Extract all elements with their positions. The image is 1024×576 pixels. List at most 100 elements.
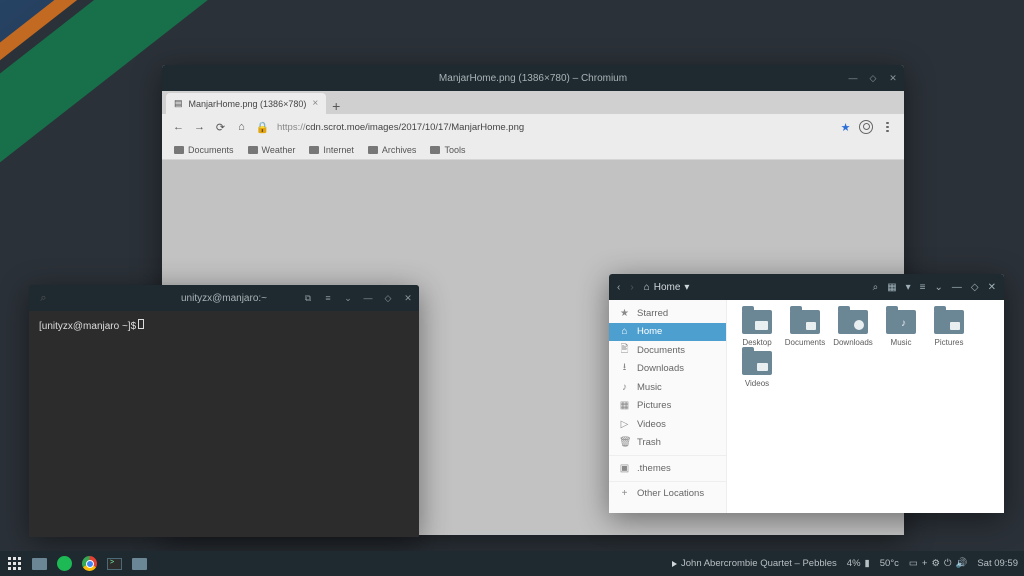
forward-button[interactable]: → — [193, 121, 206, 134]
tray-icons[interactable]: ▭ + ⚙ ⏻ 🔊 — [909, 558, 967, 569]
browser-titlebar[interactable]: ManjarHome.png (1386×780) – Chromium — ◇… — [162, 65, 904, 91]
sidebar-item-trash[interactable]: 🗑Trash — [609, 434, 726, 453]
clock[interactable]: Sat 09:59 — [977, 558, 1018, 569]
taskbar-files-icon[interactable] — [31, 555, 48, 572]
profile-avatar-icon[interactable] — [859, 120, 873, 134]
home-button[interactable]: ⌂ — [235, 121, 248, 134]
hamburger-icon[interactable]: ≡ — [920, 282, 926, 293]
folder-icon — [368, 146, 378, 154]
home-icon: ⌂ — [619, 326, 630, 337]
star-icon: ★ — [619, 308, 630, 319]
close-button[interactable]: ✕ — [888, 73, 898, 83]
tray-settings-icon[interactable]: ⚙ — [931, 558, 940, 569]
sidebar-item-other-locations[interactable]: +Other Locations — [609, 485, 726, 504]
file-manager-window: ‹ › ⌂ Home ▾ ⌕ ▦ ▾ ≡ ⌄ — ◇ ✕ ★Starred — [609, 274, 1004, 513]
nav-forward-icon[interactable]: › — [630, 282, 633, 293]
hamburger-icon[interactable]: ≡ — [323, 293, 333, 303]
minimize-button[interactable]: — — [952, 282, 962, 293]
sidebar-item-documents[interactable]: 🖹Documents — [609, 341, 726, 360]
lock-icon: 🔒 — [256, 121, 269, 134]
desktop: ManjarHome.png (1386×780) – Chromium — ◇… — [0, 0, 1024, 576]
folder-icon — [309, 146, 319, 154]
grid-view-icon[interactable]: ▦ — [887, 282, 896, 293]
new-tab-icon[interactable]: ⧉ — [303, 293, 313, 303]
bookmark-internet[interactable]: Internet — [309, 145, 354, 155]
taskbar-spotify-icon[interactable] — [56, 555, 73, 572]
view-options-icon[interactable]: ▾ — [906, 282, 911, 293]
taskbar: John Abercrombie Quartet – Pebbles 4%▮ 5… — [0, 551, 1024, 576]
now-playing[interactable]: John Abercrombie Quartet – Pebbles — [672, 558, 837, 569]
search-icon[interactable]: ⌕ — [873, 282, 879, 293]
bookmark-archives[interactable]: Archives — [368, 145, 417, 155]
maximize-button[interactable]: ◇ — [868, 73, 878, 83]
tray-power-icon[interactable]: ⏻ — [944, 558, 952, 569]
download-icon: ⭳ — [619, 360, 630, 377]
chevron-down-icon[interactable]: ⌄ — [343, 293, 353, 303]
bookmark-weather[interactable]: Weather — [248, 145, 296, 155]
bookmark-documents[interactable]: Documents — [174, 145, 234, 155]
chevron-down-icon: ▾ — [684, 282, 689, 293]
folder-documents[interactable]: Documents — [781, 310, 829, 347]
play-icon — [672, 561, 677, 567]
sidebar-item-downloads[interactable]: ⭳Downloads — [609, 360, 726, 379]
chevron-down-icon[interactable]: ⌄ — [935, 282, 943, 293]
file-manager-sidebar: ★Starred ⌂Home 🖹Documents ⭳Downloads ♪Mu… — [609, 300, 727, 513]
tray-volume-icon[interactable]: 🔊 — [955, 558, 967, 569]
close-button[interactable]: ✕ — [988, 282, 996, 293]
taskbar-terminal-icon[interactable] — [106, 555, 123, 572]
folder-videos[interactable]: Videos — [733, 351, 781, 388]
browser-tab[interactable]: ▤ ManjarHome.png (1386×780) × — [166, 93, 326, 114]
music-icon: ♪ — [619, 382, 630, 393]
new-tab-button[interactable]: + — [326, 98, 346, 114]
folder-icon — [430, 146, 440, 154]
battery-indicator[interactable]: 4%▮ — [847, 558, 870, 569]
taskbar-chrome-icon[interactable] — [81, 555, 98, 572]
document-icon: 🖹 — [619, 342, 630, 359]
maximize-button[interactable]: ◇ — [383, 293, 393, 303]
sidebar-item-starred[interactable]: ★Starred — [609, 304, 726, 323]
terminal-window: ⌕ unityzx@manjaro:~ ⧉ ≡ ⌄ — ◇ ✕ [unityzx… — [29, 285, 419, 537]
tray-window-icon[interactable]: ▭ — [909, 558, 918, 569]
path-label: Home — [654, 282, 681, 293]
home-icon: ⌂ — [644, 282, 650, 293]
nav-back-icon[interactable]: ‹ — [617, 282, 620, 293]
tab-favicon: ▤ — [174, 98, 183, 109]
folder-downloads[interactable]: Downloads — [829, 310, 877, 347]
back-button[interactable]: ← — [172, 121, 185, 134]
tray-plus-icon[interactable]: + — [922, 558, 928, 569]
reload-button[interactable]: ⟳ — [214, 121, 227, 134]
folder-icon: ▣ — [619, 463, 630, 474]
file-grid[interactable]: Desktop Documents Downloads Music Pictur… — [727, 300, 1004, 513]
file-manager-titlebar[interactable]: ‹ › ⌂ Home ▾ ⌕ ▦ ▾ ≡ ⌄ — ◇ ✕ — [609, 274, 1004, 300]
url-rest: cdn.scrot.moe/images/2017/10/17/ManjarHo… — [306, 122, 525, 133]
tab-title: ManjarHome.png (1386×780) — [189, 99, 307, 109]
search-icon[interactable]: ⌕ — [37, 292, 50, 305]
terminal-body[interactable]: [unityzx@manjaro ~]$ — [29, 311, 419, 340]
sidebar-item-videos[interactable]: ▷Videos — [609, 415, 726, 434]
plus-icon: + — [619, 488, 630, 499]
minimize-button[interactable]: — — [363, 293, 373, 303]
taskbar-filemanager-icon[interactable] — [131, 555, 148, 572]
trash-icon: 🗑 — [619, 437, 630, 448]
path-bar[interactable]: ⌂ Home ▾ — [644, 282, 690, 293]
address-bar[interactable]: https://cdn.scrot.moe/images/2017/10/17/… — [277, 122, 832, 133]
terminal-titlebar[interactable]: ⌕ unityzx@manjaro:~ ⧉ ≡ ⌄ — ◇ ✕ — [29, 285, 419, 311]
bookmark-tools[interactable]: Tools — [430, 145, 465, 155]
tab-close-icon[interactable]: × — [312, 98, 318, 109]
folder-pictures[interactable]: Pictures — [925, 310, 973, 347]
star-bookmark-icon[interactable]: ★ — [840, 122, 851, 133]
folder-music[interactable]: Music — [877, 310, 925, 347]
temperature-indicator[interactable]: 50°c — [880, 558, 899, 569]
sidebar-item-music[interactable]: ♪Music — [609, 378, 726, 397]
sidebar-item-pictures[interactable]: ▦Pictures — [609, 397, 726, 416]
picture-icon: ▦ — [619, 400, 630, 411]
sidebar-item-themes[interactable]: ▣.themes — [609, 459, 726, 478]
sidebar-item-home[interactable]: ⌂Home — [609, 323, 726, 342]
folder-desktop[interactable]: Desktop — [733, 310, 781, 347]
app-launcher-icon[interactable] — [6, 555, 23, 572]
menu-kebab-icon[interactable] — [881, 121, 894, 134]
close-button[interactable]: ✕ — [403, 293, 413, 303]
browser-window-title: ManjarHome.png (1386×780) – Chromium — [162, 73, 904, 84]
minimize-button[interactable]: — — [848, 73, 858, 83]
maximize-button[interactable]: ◇ — [971, 282, 979, 293]
